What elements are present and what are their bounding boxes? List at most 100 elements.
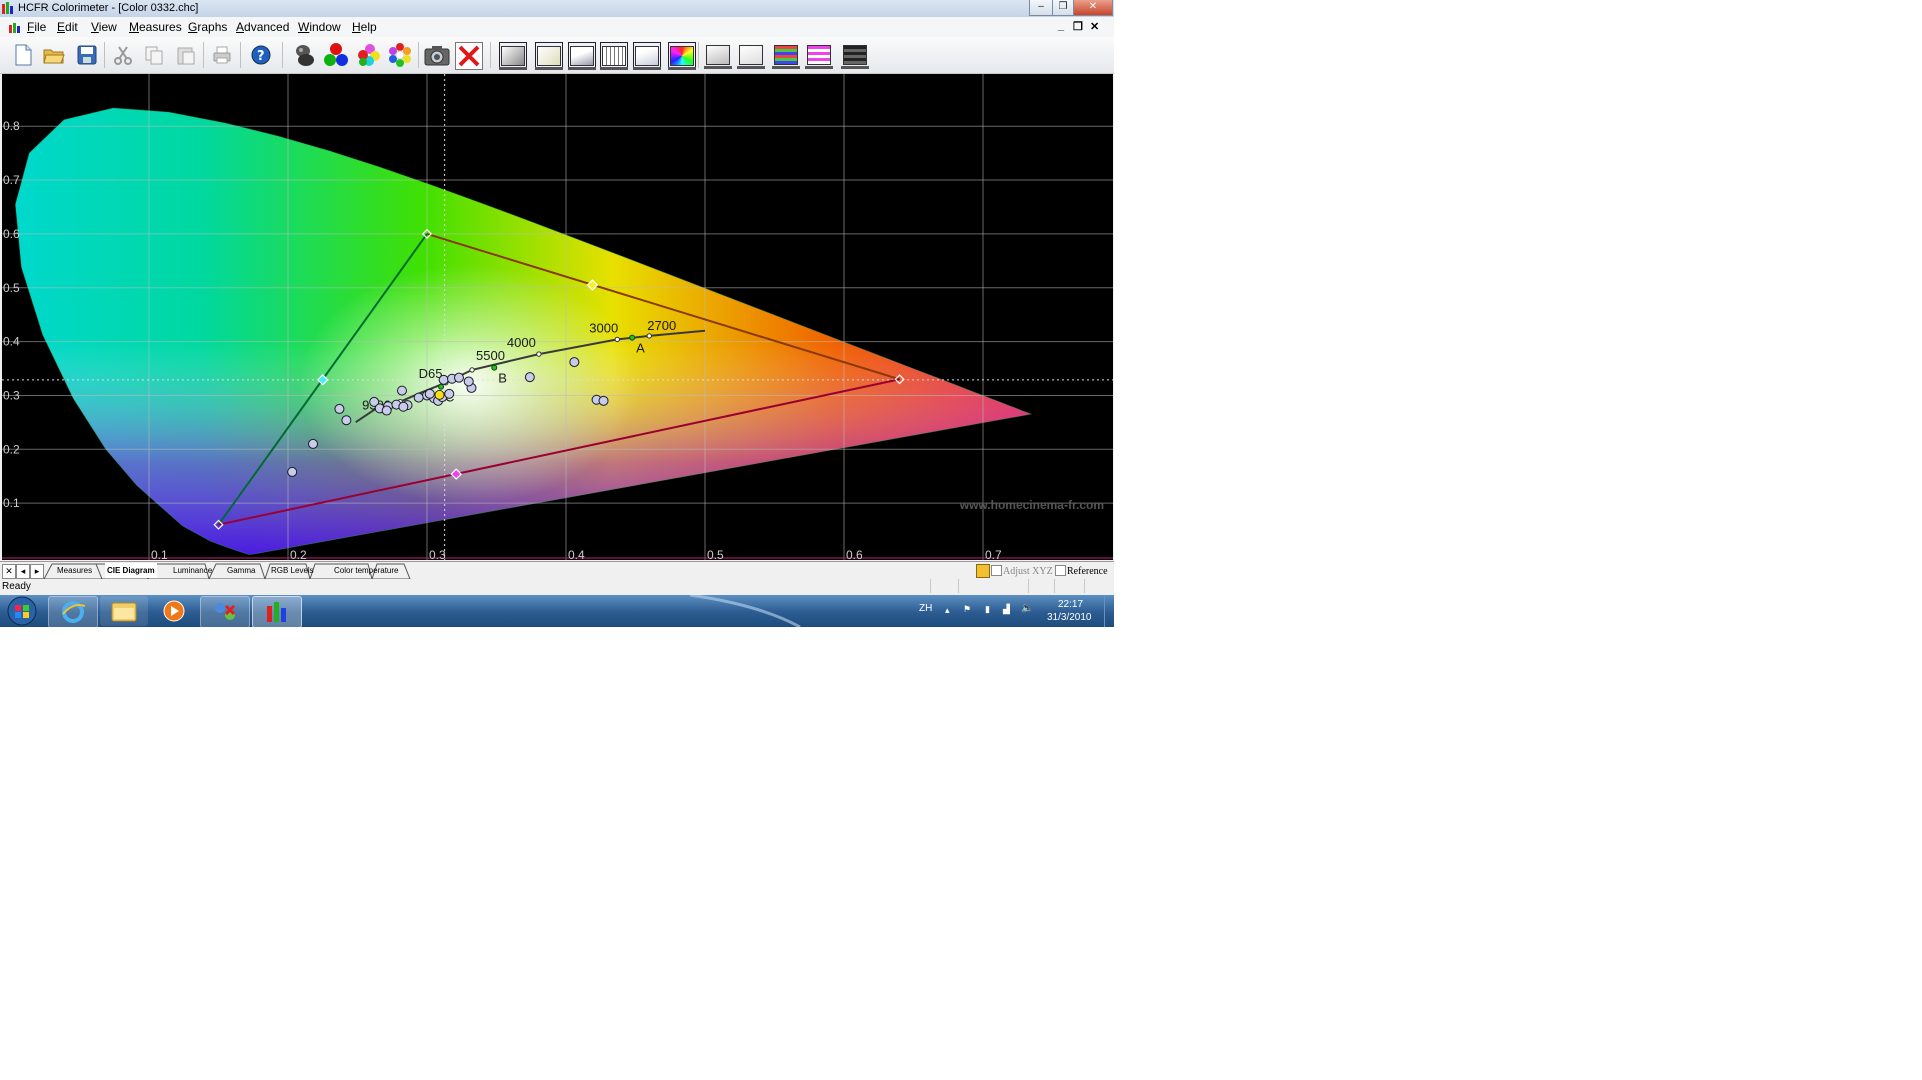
cct-tick-mark (614, 336, 620, 343)
start-orb-icon[interactable] (4, 596, 40, 626)
cut-icon[interactable] (110, 42, 136, 68)
title-bar[interactable]: HCFR Colorimeter - [Color 0332.chc] – ❐ … (0, 0, 1114, 17)
help-icon[interactable]: ? (248, 42, 274, 68)
measured-point (341, 415, 352, 426)
cct-label: 2700 (647, 318, 676, 333)
menu-graphs[interactable]: Graphs (188, 20, 227, 34)
monitor-near-black-icon[interactable] (704, 42, 732, 69)
measured-point (463, 376, 474, 387)
measured-point (287, 466, 298, 477)
internet-explorer-icon[interactable] (48, 596, 98, 627)
document-icon[interactable] (9, 21, 21, 33)
battery-icon[interactable]: ▮ (985, 604, 990, 615)
menu-file[interactable]: File (27, 20, 46, 34)
hcfr-app-icon[interactable] (252, 596, 302, 627)
print-icon[interactable] (209, 42, 235, 68)
tab-color-temperature[interactable]: Color temperature (334, 563, 398, 578)
secondary-colors-icon[interactable] (355, 42, 381, 68)
toolbar-separator (240, 42, 241, 68)
x-tick-label: 0.6 (846, 548, 863, 560)
minimize-button[interactable]: – (1029, 0, 1053, 16)
mdi-restore-button[interactable]: ❐ (1073, 20, 1083, 33)
cct-label: 4000 (507, 335, 536, 350)
menu-bar: File Edit View Measures Graphs Advanced … (0, 17, 1114, 37)
tab-luminance[interactable]: Luminance (173, 563, 212, 578)
monitor-gamma-icon[interactable] (600, 42, 628, 70)
status-bar: Ready (0, 579, 1114, 595)
menu-measures[interactable]: Measures (129, 20, 182, 34)
menu-window[interactable]: Window (298, 20, 341, 34)
illuminant-marker (629, 334, 636, 341)
sensor-icon[interactable] (291, 42, 317, 68)
paste-icon[interactable] (173, 42, 199, 68)
tab-gamma[interactable]: Gamma (227, 563, 255, 578)
tab-prev-button[interactable]: ◂ (16, 564, 30, 579)
action-center-flag-icon[interactable]: ⚑ (963, 604, 971, 615)
close-tab-button[interactable]: ✕ (2, 564, 16, 579)
status-text: Ready (2, 581, 31, 592)
measured-white-point (434, 389, 445, 400)
network-icon[interactable]: ▟ (1003, 604, 1010, 615)
measured-point (453, 372, 464, 383)
tab-next-button[interactable]: ▸ (30, 564, 44, 579)
measured-point (381, 405, 392, 416)
monitor-levels-icon[interactable] (633, 42, 661, 70)
network-app-icon[interactable] (200, 596, 250, 627)
status-pane (1084, 579, 1113, 593)
adjust-xyz-checkbox[interactable] (991, 565, 1002, 576)
explorer-folder-icon[interactable] (100, 596, 148, 626)
taskbar: ZH ▴ ⚑ ▮ ▟ 🔈 22:17 31/3/2010 (0, 595, 1114, 627)
tab-cie-diagram[interactable]: CIE Diagram (105, 563, 157, 578)
toolbar-separator (490, 42, 491, 68)
primary-colors-icon[interactable] (323, 42, 349, 68)
monitor-grayscale-icon[interactable] (535, 42, 563, 70)
reference-checkbox[interactable] (1055, 565, 1066, 576)
measured-point (569, 357, 580, 368)
show-desktop-button[interactable] (1104, 595, 1114, 627)
clock-date[interactable]: 31/3/2010 (1047, 612, 1092, 623)
reference-label: Reference (1067, 566, 1108, 577)
toolbar-separator (282, 42, 283, 68)
new-file-icon[interactable] (10, 42, 36, 68)
show-hidden-icons-icon[interactable]: ▴ (945, 605, 950, 616)
tab-rgb-levels[interactable]: RGB Levels (271, 563, 314, 578)
monitor-near-white-icon[interactable] (737, 42, 765, 69)
cct-label: 5500 (476, 348, 505, 363)
measured-point (438, 374, 449, 385)
status-pane (1054, 579, 1085, 593)
monitor-luminance-icon[interactable] (568, 42, 596, 70)
stop-icon[interactable] (455, 42, 483, 70)
menu-advanced[interactable]: Advanced (236, 20, 289, 34)
watermark: www.homecinema-fr.com (959, 498, 1104, 512)
window-title: HCFR Colorimeter - [Color 0332.chc] (18, 2, 199, 14)
monitor-contrast-icon[interactable] (841, 42, 869, 69)
monitor-cie-icon[interactable] (668, 42, 696, 70)
media-player-icon[interactable] (150, 596, 198, 626)
menu-edit[interactable]: Edit (57, 20, 78, 34)
restore-button[interactable]: ❐ (1052, 0, 1074, 16)
copy-icon[interactable] (141, 42, 167, 68)
measured-point (334, 403, 345, 414)
save-disk-icon[interactable] (74, 42, 100, 68)
monitor-saturation-icon[interactable] (805, 42, 833, 69)
menu-view[interactable]: View (91, 20, 117, 34)
menu-help[interactable]: Help (352, 20, 377, 34)
monitor-grayscale-icon[interactable] (499, 42, 527, 70)
cie-diagram[interactable]: 0.1 0.2 0.3 0.4 0.5 0.6 0.7 0.1 0.2 0.3 0.4 0.5 0.6 0… (2, 74, 1113, 562)
camera-icon[interactable] (424, 42, 450, 68)
open-folder-icon[interactable] (41, 42, 67, 68)
clock-time[interactable]: 22:17 (1058, 599, 1083, 610)
close-button[interactable]: ✕ (1073, 0, 1113, 16)
language-indicator[interactable]: ZH (919, 603, 932, 614)
x-tick-label: 0.5 (707, 548, 724, 560)
x-tick-label: 0.7 (985, 548, 1002, 560)
mdi-close-button[interactable]: ✕ (1090, 20, 1099, 33)
monitor-saturation-icon[interactable] (772, 42, 800, 69)
mdi-minimize-button[interactable]: _ (1058, 20, 1064, 32)
tab-measures[interactable]: Measures (57, 563, 92, 578)
volume-icon[interactable]: 🔈 (1021, 603, 1033, 614)
toolbar-separator (104, 42, 105, 68)
toolbar-separator (203, 42, 204, 68)
color-wheel-icon[interactable] (387, 42, 413, 68)
measured-point (524, 372, 535, 383)
